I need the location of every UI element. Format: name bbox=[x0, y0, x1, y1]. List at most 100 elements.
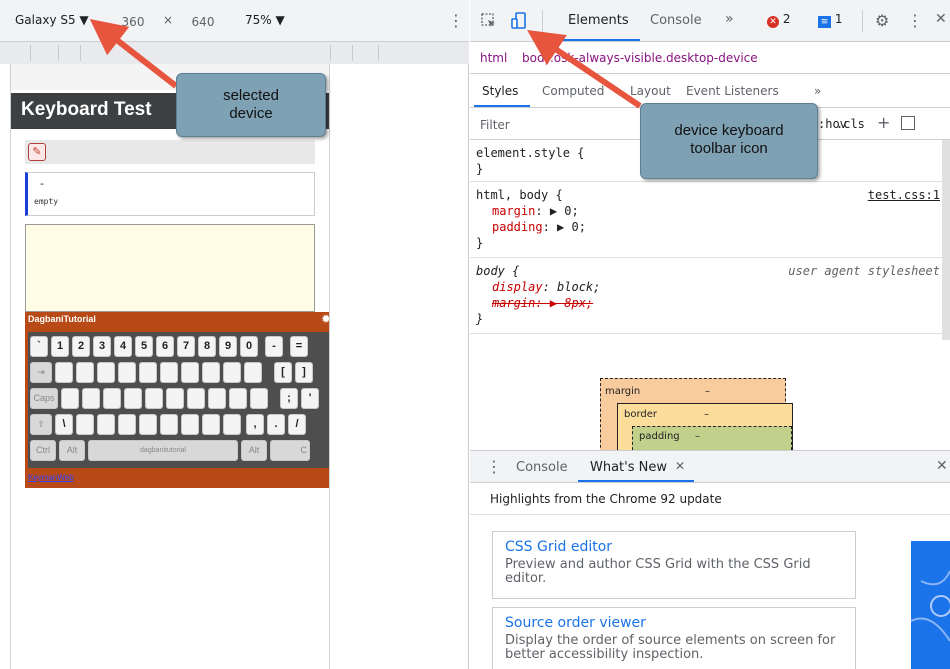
styles-scrollbar[interactable] bbox=[942, 140, 950, 340]
ctrl-key[interactable]: Ctrl bbox=[30, 440, 56, 461]
width-input[interactable] bbox=[110, 11, 156, 32]
key[interactable] bbox=[160, 414, 178, 435]
text-input-area[interactable] bbox=[25, 224, 315, 312]
tab-computed[interactable]: Computed bbox=[542, 84, 604, 98]
key[interactable]: 6 bbox=[156, 336, 174, 357]
key[interactable] bbox=[145, 388, 163, 409]
key[interactable] bbox=[76, 362, 94, 383]
zoom-select[interactable]: 75% ▼ bbox=[245, 13, 285, 27]
tab-key-icon[interactable]: ⇥ bbox=[30, 362, 52, 383]
more-options-icon[interactable]: ⋮ bbox=[448, 11, 464, 30]
more-tabs-icon[interactable]: » bbox=[725, 11, 734, 27]
media-query-bar[interactable] bbox=[0, 42, 469, 64]
space-key[interactable]: dagbanitutorial bbox=[88, 440, 238, 461]
key[interactable]: \ bbox=[55, 414, 73, 435]
device-select[interactable]: Galaxy S5 ▼ bbox=[15, 13, 89, 27]
key[interactable]: / bbox=[288, 414, 306, 435]
key[interactable] bbox=[124, 388, 142, 409]
box-model-padding-value[interactable]: – bbox=[695, 431, 700, 442]
altgr-key[interactable]: Alt bbox=[241, 440, 267, 461]
css-property[interactable]: margin: ▶ 0; bbox=[492, 204, 579, 218]
new-style-rule-icon[interactable]: + bbox=[877, 113, 890, 132]
key[interactable] bbox=[223, 414, 241, 435]
key[interactable]: 8 bbox=[198, 336, 216, 357]
key[interactable]: 9 bbox=[219, 336, 237, 357]
more-subtabs-icon[interactable]: » bbox=[814, 84, 821, 98]
height-input[interactable] bbox=[180, 11, 226, 32]
key[interactable] bbox=[229, 388, 247, 409]
key[interactable] bbox=[97, 414, 115, 435]
key[interactable]: ; bbox=[280, 388, 298, 409]
rule-source-link[interactable]: test.css:1 bbox=[868, 188, 940, 202]
key[interactable] bbox=[187, 388, 205, 409]
rule-selector[interactable]: html, body { bbox=[476, 188, 563, 202]
key[interactable] bbox=[202, 362, 220, 383]
drawer-more-icon[interactable]: ⋮ bbox=[486, 457, 502, 476]
close-devtools-icon[interactable]: ✕ bbox=[935, 11, 947, 27]
feature-card-title[interactable]: CSS Grid editor bbox=[505, 539, 843, 555]
rule-selector[interactable]: element.style { bbox=[476, 146, 584, 160]
key[interactable]: ' bbox=[301, 388, 319, 409]
key[interactable] bbox=[61, 388, 79, 409]
class-toggle[interactable]: .cls bbox=[836, 117, 865, 131]
key[interactable] bbox=[139, 414, 157, 435]
keyboard-toggle-icon[interactable]: ✎ bbox=[28, 143, 46, 161]
key[interactable]: 1 bbox=[51, 336, 69, 357]
caps-key[interactable]: Caps bbox=[30, 388, 58, 409]
key[interactable] bbox=[181, 362, 199, 383]
key[interactable] bbox=[223, 362, 241, 383]
key[interactable]: - bbox=[265, 336, 283, 357]
device-toolbar-icon[interactable] bbox=[510, 12, 528, 30]
box-model-border-value[interactable]: – bbox=[704, 409, 709, 420]
tab-console[interactable]: Console bbox=[650, 13, 702, 28]
shift-key-icon[interactable]: ⇧ bbox=[30, 414, 52, 435]
alt-key[interactable]: Alt bbox=[59, 440, 85, 461]
key[interactable]: . bbox=[267, 414, 285, 435]
key[interactable]: ] bbox=[295, 362, 313, 383]
message-count-badge[interactable]: ≡ 1 bbox=[818, 12, 842, 30]
feature-card-title[interactable]: Source order viewer bbox=[505, 615, 843, 631]
tab-elements[interactable]: Elements bbox=[568, 13, 629, 28]
key[interactable]: 4 bbox=[114, 336, 132, 357]
keymanweb-link[interactable]: KeymanWeb bbox=[28, 473, 74, 482]
key[interactable]: 7 bbox=[177, 336, 195, 357]
key[interactable] bbox=[76, 414, 94, 435]
key[interactable] bbox=[97, 362, 115, 383]
key[interactable]: = bbox=[290, 336, 308, 357]
key[interactable] bbox=[208, 388, 226, 409]
key[interactable] bbox=[244, 362, 262, 383]
tab-styles[interactable]: Styles bbox=[482, 84, 518, 98]
settings-gear-icon[interactable]: ⚙ bbox=[875, 11, 889, 30]
key[interactable] bbox=[103, 388, 121, 409]
key[interactable]: [ bbox=[274, 362, 292, 383]
key[interactable] bbox=[82, 388, 100, 409]
key[interactable]: 5 bbox=[135, 336, 153, 357]
key[interactable]: 0 bbox=[240, 336, 258, 357]
key[interactable] bbox=[118, 414, 136, 435]
inspect-element-icon[interactable] bbox=[480, 12, 498, 30]
key[interactable]: 3 bbox=[93, 336, 111, 357]
key[interactable] bbox=[160, 362, 178, 383]
feature-card[interactable]: CSS Grid editor Preview and author CSS G… bbox=[492, 531, 856, 599]
key[interactable]: ` bbox=[30, 336, 48, 357]
breadcrumb-body[interactable]: body.osk-always-visible.desktop-device bbox=[522, 51, 758, 65]
key[interactable] bbox=[181, 414, 199, 435]
customize-devtools-icon[interactable]: ⋮ bbox=[907, 11, 923, 30]
feature-card[interactable]: Source order viewer Display the order of… bbox=[492, 607, 856, 669]
keyboard-settings-icon[interactable]: ✹ bbox=[321, 312, 329, 326]
key[interactable] bbox=[118, 362, 136, 383]
breadcrumb-html[interactable]: html bbox=[480, 51, 507, 65]
error-count-badge[interactable]: ✕ 2 bbox=[767, 12, 790, 30]
tab-layout[interactable]: Layout bbox=[630, 84, 671, 98]
key[interactable] bbox=[139, 362, 157, 383]
close-tab-icon[interactable]: ✕ bbox=[675, 459, 685, 473]
box-model-margin-value[interactable]: – bbox=[705, 386, 710, 397]
close-drawer-icon[interactable]: ✕ bbox=[936, 458, 948, 474]
key[interactable] bbox=[166, 388, 184, 409]
key[interactable]: 2 bbox=[72, 336, 90, 357]
key[interactable]: , bbox=[246, 414, 264, 435]
drawer-tab-console[interactable]: Console bbox=[516, 460, 568, 475]
tab-event-listeners[interactable]: Event Listeners bbox=[686, 84, 779, 98]
key[interactable] bbox=[202, 414, 220, 435]
ctrl-key-right[interactable]: C bbox=[270, 440, 310, 461]
